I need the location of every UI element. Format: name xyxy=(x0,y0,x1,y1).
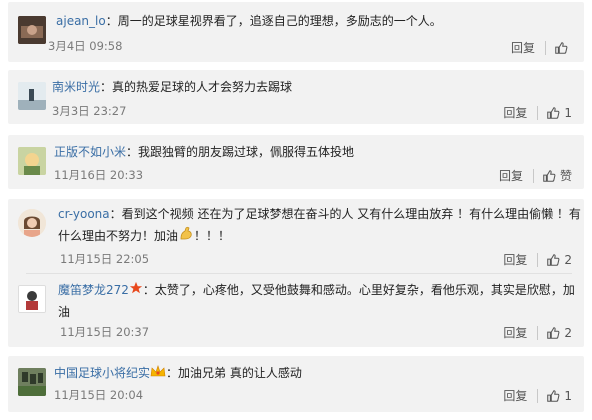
comment-text: 我跟独臂的朋友踢过球，佩服得五体投地 xyxy=(138,145,355,159)
divider xyxy=(537,325,539,340)
comment-card: 中国足球小将纪实 ：加油兄弟 真的让人感动 11月15日 20:04 回复 1 xyxy=(8,356,584,412)
username-link[interactable]: ajean_lo xyxy=(56,14,106,28)
like-count: 2 xyxy=(564,325,572,340)
comment-time: 3月4日 09:58 xyxy=(48,39,123,53)
comment-time: 11月15日 20:37 xyxy=(60,325,150,339)
comment-text: 真的热爱足球的人才会努力去踢球 xyxy=(112,80,293,94)
comment-time: 3月3日 23:27 xyxy=(52,104,127,118)
thumbs-up-icon xyxy=(547,389,560,402)
comment-actions: 回复 xyxy=(511,39,572,56)
comment-actions: 回复 1 xyxy=(503,387,572,404)
comment-text-tail: ！！！ xyxy=(194,229,231,243)
avatar[interactable] xyxy=(18,16,46,44)
like-button[interactable]: 1 xyxy=(546,106,572,120)
flexed-biceps-emoji xyxy=(178,225,194,248)
avatar[interactable] xyxy=(18,147,46,175)
username-link[interactable]: 正版不如小米 xyxy=(54,145,126,159)
avatar[interactable] xyxy=(18,82,46,110)
username-link[interactable]: 魔笛梦龙272 xyxy=(58,283,129,297)
comment-text: 加油兄弟 真的让人感动 xyxy=(178,366,302,380)
reply-button[interactable]: 回复 xyxy=(503,251,527,268)
comment-actions: 回复 1 xyxy=(503,104,572,121)
separator: ： xyxy=(100,80,113,94)
comment-actions: 回复 赞 xyxy=(499,167,572,184)
like-count: 1 xyxy=(564,105,572,120)
divider xyxy=(26,273,572,274)
like-button[interactable]: 2 xyxy=(546,326,572,340)
comment-line: 中国足球小将纪实 ：加油兄弟 真的让人感动 xyxy=(54,362,302,385)
comment-text: 看到这个视频 还在为了足球梦想在奋斗的人 又有什么理由放弃 ！有什么理由偷懒 ！… xyxy=(121,207,581,221)
username-link[interactable]: 南米时光 xyxy=(52,80,100,94)
comment-time: 11月15日 22:05 xyxy=(60,252,150,266)
avatar[interactable] xyxy=(18,285,46,313)
comment-card: 正版不如小米：我跟独臂的朋友踢过球，佩服得五体投地 11月16日 20:33 回… xyxy=(8,135,584,189)
comment-time: 11月15日 20:04 xyxy=(54,388,144,402)
separator: ： xyxy=(126,145,139,159)
comment-text: 油 xyxy=(58,305,71,319)
comment-text: 周一的足球星视界看了，追逐自己的理想，多励志的一个人。 xyxy=(117,14,442,28)
divider xyxy=(545,40,546,55)
comment-line: cr-yoona：看到这个视频 还在为了足球梦想在奋斗的人 又有什么理由放弃 ！… xyxy=(58,203,581,225)
comment-time: 11月16日 20:33 xyxy=(54,168,144,182)
like-button[interactable]: 1 xyxy=(546,389,572,403)
thumbs-up-icon xyxy=(547,326,560,339)
reply-button[interactable]: 回复 xyxy=(503,104,527,121)
comment-text: 什么理由不努力！加油 xyxy=(58,229,179,243)
like-count: 2 xyxy=(564,252,572,267)
like-count: 1 xyxy=(564,388,572,403)
like-button[interactable] xyxy=(554,41,572,55)
comment-card: ajean_lo：周一的足球星视界看了，追逐自己的理想，多励志的一个人。 3月4… xyxy=(8,2,584,62)
username-link[interactable]: cr-yoona xyxy=(58,207,110,221)
separator: ： xyxy=(105,14,118,28)
username-link[interactable]: 中国足球小将纪实 xyxy=(54,366,150,380)
comment-card: 南米时光：真的热爱足球的人才会努力去踢球 3月3日 23:27 回复 1 xyxy=(8,70,584,124)
comment-line: 南米时光：真的热爱足球的人才会努力去踢球 xyxy=(52,76,292,98)
separator: ： xyxy=(109,207,122,221)
like-button[interactable]: 2 xyxy=(546,253,572,267)
divider xyxy=(537,105,539,120)
separator: ： xyxy=(166,366,179,380)
divider xyxy=(537,388,539,403)
reply-button[interactable]: 回复 xyxy=(503,324,527,341)
reply-button[interactable]: 回复 xyxy=(503,387,527,404)
avatar[interactable] xyxy=(18,368,46,396)
divider xyxy=(532,168,534,183)
comment-actions: 回复 2 xyxy=(503,251,572,268)
thumbs-up-icon xyxy=(555,41,568,54)
comment-actions: 回复 2 xyxy=(503,324,572,341)
comment-line: ajean_lo：周一的足球星视界看了，追逐自己的理想，多励志的一个人。 xyxy=(56,10,442,32)
star-badge-icon xyxy=(129,280,143,302)
comment-card: cr-yoona：看到这个视频 还在为了足球梦想在奋斗的人 又有什么理由放弃 ！… xyxy=(8,199,584,347)
comment-line: 正版不如小米：我跟独臂的朋友踢过球，佩服得五体投地 xyxy=(54,141,354,163)
like-button[interactable]: 赞 xyxy=(542,167,572,184)
comment-line-2: 什么理由不努力！加油 ！！！ xyxy=(58,225,230,248)
comment-line: 魔笛梦龙272 ：太赞了，心疼他，又受他鼓舞和感动。心里好复杂，看他乐观，其实是… xyxy=(58,279,575,302)
vip-crown-icon xyxy=(150,363,166,385)
comment-line-2: 油 xyxy=(58,301,70,323)
divider xyxy=(537,252,539,267)
comment-text: 太赞了，心疼他，又受他鼓舞和感动。心里好复杂，看他乐观，其实是欣慰，加 xyxy=(154,283,575,297)
reply-button[interactable]: 回复 xyxy=(499,167,523,184)
avatar[interactable] xyxy=(18,209,46,237)
reply-button[interactable]: 回复 xyxy=(511,39,535,56)
like-count: 赞 xyxy=(559,169,572,183)
thumbs-up-icon xyxy=(547,253,560,266)
thumbs-up-icon xyxy=(547,106,560,119)
separator: ： xyxy=(142,283,155,297)
thumbs-up-icon xyxy=(543,169,556,182)
